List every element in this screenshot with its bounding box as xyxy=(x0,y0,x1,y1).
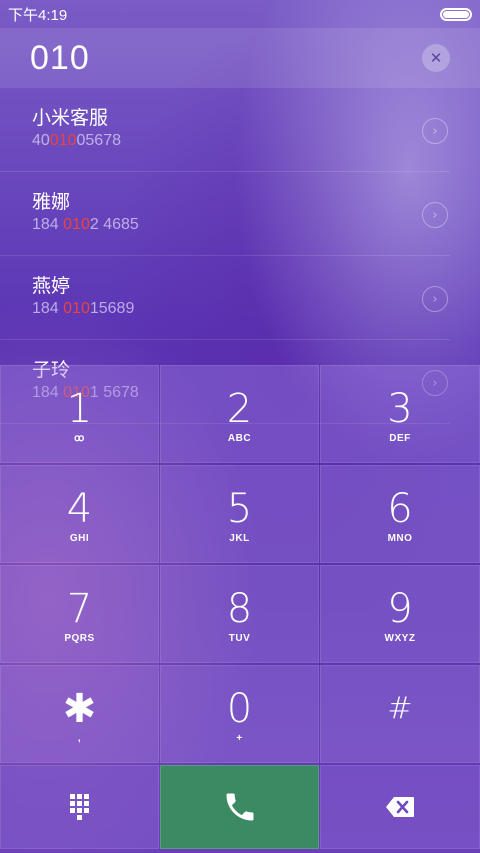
key-7[interactable]: 7 PQRS xyxy=(0,565,159,663)
dial-pad: 1 ꝏ 2 ABC 3 DEF 4 GHI 5 JKL 6 MNO 7 PQRS… xyxy=(0,365,480,853)
contact-name: 雅娜 xyxy=(32,191,71,213)
key-star[interactable]: ✱ , xyxy=(0,665,159,763)
phone-icon xyxy=(226,793,253,821)
key-3[interactable]: 3 DEF xyxy=(320,365,480,463)
key-8[interactable]: 8 TUV xyxy=(160,565,319,663)
contact-result[interactable]: 雅娜 184 0102 4685 › xyxy=(0,172,450,256)
keypad-toggle-button[interactable] xyxy=(0,765,159,849)
chevron-right-icon[interactable]: › xyxy=(422,202,448,228)
key-2[interactable]: 2 ABC xyxy=(160,365,319,463)
dialed-number: 010 xyxy=(30,38,90,77)
keypad-icon xyxy=(70,794,89,820)
key-9[interactable]: 9 WXYZ xyxy=(320,565,480,663)
key-1[interactable]: 1 ꝏ xyxy=(0,365,159,463)
status-time: 下午4:19 xyxy=(8,6,68,24)
contact-result[interactable]: 燕婷 184 01015689 › xyxy=(0,256,450,340)
backspace-icon xyxy=(386,797,414,817)
delete-button[interactable] xyxy=(320,765,480,849)
contact-number: 4001005678 xyxy=(32,132,121,149)
call-button[interactable] xyxy=(160,765,319,849)
contact-name: 小米客服 xyxy=(32,107,109,129)
status-bar: 下午4:19 xyxy=(0,0,480,28)
dialed-number-bar: 010 ✕ xyxy=(0,28,480,88)
key-hash[interactable]: # xyxy=(320,665,480,763)
key-5[interactable]: 5 JKL xyxy=(160,465,319,563)
clear-icon[interactable]: ✕ xyxy=(422,44,450,72)
contact-result[interactable]: 小米客服 4001005678 › xyxy=(0,88,450,172)
contact-name: 燕婷 xyxy=(32,275,71,297)
voicemail-icon: ꝏ xyxy=(74,433,85,444)
key-4[interactable]: 4 GHI xyxy=(0,465,159,563)
contact-number: 184 0102 4685 xyxy=(32,216,139,233)
battery-icon xyxy=(440,7,472,21)
chevron-right-icon[interactable]: › xyxy=(422,286,448,312)
contact-number: 184 01015689 xyxy=(32,300,135,317)
key-6[interactable]: 6 MNO xyxy=(320,465,480,563)
chevron-right-icon[interactable]: › xyxy=(422,118,448,144)
key-0[interactable]: 0 + xyxy=(160,665,319,763)
